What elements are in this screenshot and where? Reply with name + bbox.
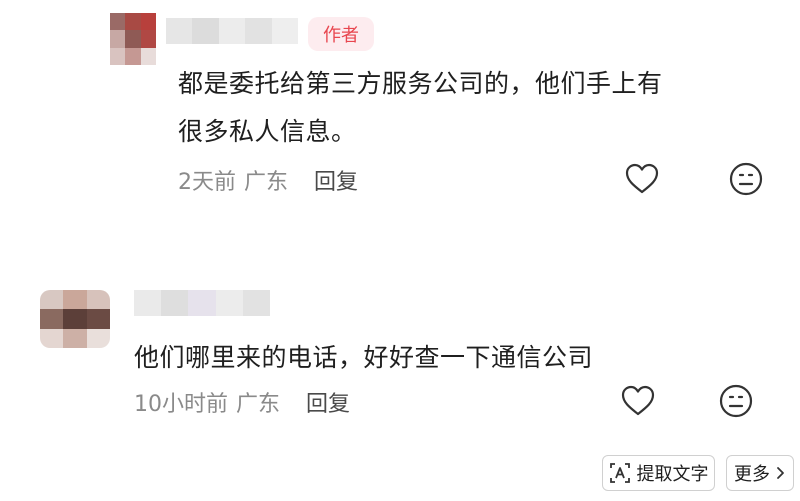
comment-time: 2天前 <box>178 170 236 195</box>
like-button[interactable] <box>618 381 658 421</box>
emoji-button[interactable] <box>716 381 756 421</box>
heart-icon <box>621 385 655 416</box>
text-extract-icon <box>609 463 630 483</box>
reply-button[interactable]: 回复 <box>306 386 350 418</box>
comment-text-line: 他们哪里来的电话，好好查一下通信公司 <box>134 343 594 372</box>
more-label: 更多 <box>734 464 770 485</box>
comment-text[interactable]: 他们哪里来的电话，好好查一下通信公司 <box>134 334 774 382</box>
comment-time: 10小时前 <box>134 392 228 417</box>
username-blurred[interactable] <box>134 290 270 316</box>
emoji-button[interactable] <box>726 159 766 199</box>
comment-meta: 2天前 广东 回复 <box>178 164 358 196</box>
heart-icon <box>625 163 659 194</box>
username-blurred[interactable] <box>166 18 298 44</box>
comment-location: 广东 <box>236 392 281 417</box>
more-button[interactable]: 更多 <box>726 455 794 491</box>
comment-text-line: 都是委托给第三方服务公司的，他们手上有 <box>178 69 663 98</box>
avatar[interactable] <box>110 13 156 65</box>
comment-meta: 10小时前 广东 回复 <box>134 386 350 418</box>
author-badge: 作者 <box>308 17 374 51</box>
comment-text-line: 很多私人信息。 <box>178 117 357 146</box>
emoji-icon <box>729 162 763 196</box>
emoji-icon <box>719 384 753 418</box>
chevron-right-icon <box>777 467 784 479</box>
avatar[interactable] <box>40 290 110 348</box>
extract-text-button[interactable]: 提取文字 <box>602 455 715 491</box>
extract-text-label: 提取文字 <box>636 464 709 485</box>
comment-location: 广东 <box>244 170 289 195</box>
comment-text[interactable]: 都是委托给第三方服务公司的，他们手上有 很多私人信息。 <box>178 60 778 156</box>
like-button[interactable] <box>622 159 662 199</box>
reply-button[interactable]: 回复 <box>314 164 358 196</box>
